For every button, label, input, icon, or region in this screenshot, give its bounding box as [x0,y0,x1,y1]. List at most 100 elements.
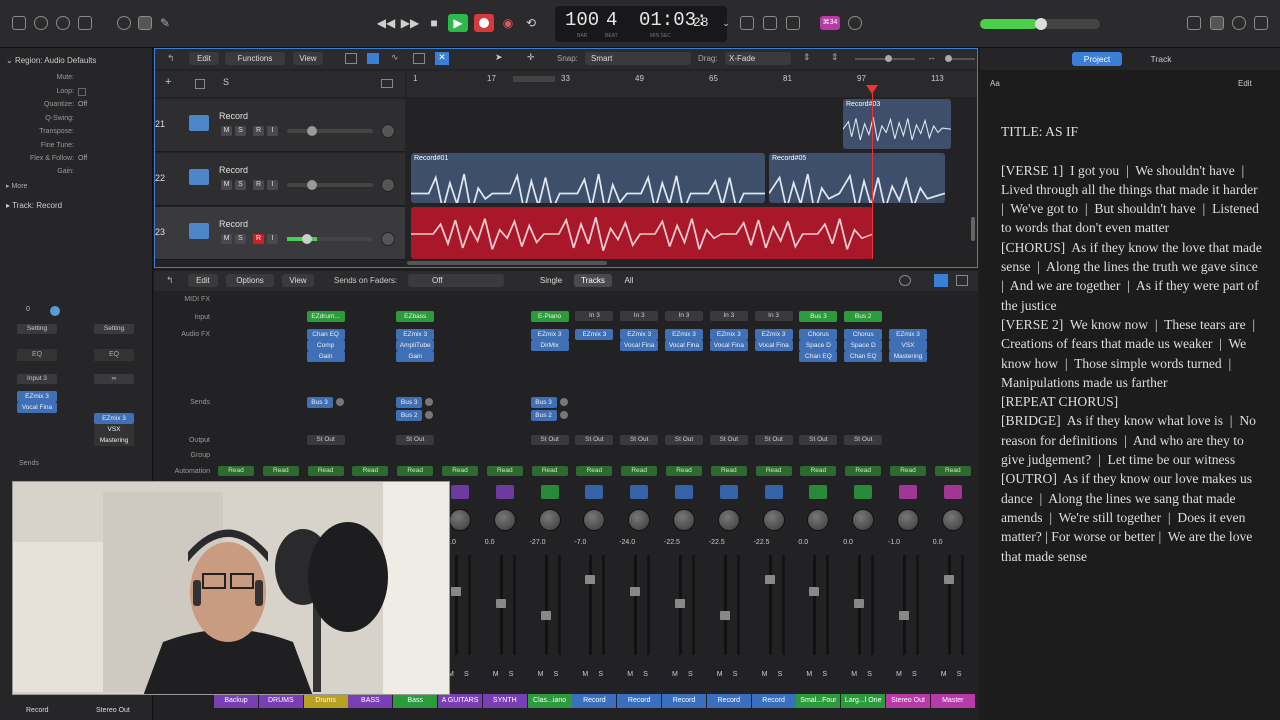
cycle-area[interactable] [513,76,555,82]
track-row[interactable]: 22 Record M S R I [155,153,405,206]
automation-mode[interactable]: Read [442,466,478,476]
recording-region[interactable] [411,207,873,259]
list-icon[interactable] [367,53,379,64]
list-editors-icon[interactable] [1187,16,1201,30]
send-slot[interactable]: Bus 2 [530,410,557,421]
channel-name[interactable]: Record [662,694,706,708]
insp-plugin-1[interactable]: EZmix 3 [17,391,57,402]
pointer-tool-icon[interactable]: ➤ [495,52,503,63]
output-slot[interactable]: St Out [665,435,703,445]
notepad-edit-button[interactable]: Edit [1238,79,1252,88]
send-knob[interactable] [425,398,434,406]
automation-mode[interactable]: Read [307,466,344,476]
automation-mode[interactable]: Read [800,466,837,476]
volume-fader[interactable] [585,575,596,584]
automation-mode[interactable]: Read [531,466,568,476]
audio-fx-slot[interactable]: Vocal Fina [709,340,748,351]
pan-knob[interactable] [381,124,395,138]
master-volume-slider[interactable] [980,18,1100,30]
input-slot[interactable]: EZdrum... [306,311,345,322]
record-arm-button[interactable]: R [253,180,264,190]
audio-fx-slot[interactable]: VSX [889,340,927,351]
mute-button[interactable]: M [896,671,902,678]
output-slot[interactable]: St Out [754,435,793,445]
automation-mode[interactable]: Read [666,466,702,476]
add-track-icon[interactable]: + [165,76,171,88]
send-knob[interactable] [425,411,434,419]
font-button[interactable]: Aa [990,79,1000,88]
solo-button[interactable]: S [957,671,962,678]
back-icon[interactable]: ↰ [167,53,175,64]
editors-icon[interactable]: ✎ [160,16,174,30]
tracks-view-menu[interactable]: View [293,52,323,65]
automation-mode[interactable]: Read [934,466,971,476]
channel-name[interactable]: Record [751,694,796,708]
volume-fader[interactable] [451,587,461,596]
audio-fx-slot[interactable]: EZmix 3 [396,329,435,340]
record-button[interactable] [474,14,494,32]
pan-knob[interactable] [762,509,785,531]
single-button[interactable]: Single [536,274,566,287]
solo-button[interactable]: S [235,234,246,244]
volume-fader[interactable] [899,611,909,620]
audio-fx-slot[interactable]: Chorus [799,329,838,340]
setting-button-1[interactable]: Setting [17,324,57,334]
stop-button[interactable]: ■ [424,14,444,32]
solo-button[interactable]: S [733,671,738,678]
tracks-functions-menu[interactable]: Functions [225,52,285,65]
audio-fx-slot[interactable]: Chan EQ [306,329,345,340]
audio-fx-slot[interactable]: Mastering [889,351,927,362]
flex-value[interactable]: Off [78,155,87,162]
input-monitor-button[interactable]: I [267,180,278,190]
solo-button[interactable]: S [643,671,648,678]
input-button[interactable]: Input 3 [17,374,57,384]
track-name[interactable]: Record [219,219,248,229]
tab-project[interactable]: Project [1072,52,1122,66]
vertical-zoom-icon[interactable]: ⇕ [831,52,839,63]
channel-name[interactable]: Record [706,694,751,708]
send-knob[interactable] [335,398,344,406]
track-name[interactable]: Record [219,165,248,175]
solo-button[interactable]: S [688,671,693,678]
input-slot[interactable]: In 3 [575,311,614,321]
record-arm-button[interactable]: R [253,234,264,244]
eq-thumb-1[interactable]: EQ [17,349,57,361]
audio-fx-slot[interactable]: AmpliTube [396,340,435,351]
output-slot[interactable]: St Out [844,435,883,445]
input-slot[interactable]: In 3 [754,311,793,321]
region-view-icon[interactable] [381,79,393,88]
lyrics-text[interactable]: TITLE: AS IF [VERSE 1] I got you | We sh… [1001,122,1263,566]
input-slot[interactable]: Bus 3 [799,311,838,322]
audio-fx-slot[interactable]: Comp [306,340,345,351]
channel-name[interactable]: BASS [348,694,393,708]
pan-knob[interactable] [381,232,395,246]
tracks-button[interactable]: Tracks [574,274,612,287]
pan-knob[interactable] [897,509,919,531]
capture-record-icon[interactable]: ◉ [498,14,518,32]
mute-button[interactable]: M [762,671,768,678]
mute-button[interactable]: M [538,671,544,678]
solo-button[interactable]: S [867,671,872,678]
mixer-loop-icon[interactable] [899,275,911,286]
chevron-down-icon[interactable]: ⌄ [716,14,736,32]
automation-mode[interactable]: Read [845,466,882,476]
insp-plugin-4[interactable]: VSX [94,424,134,435]
metronome-icon[interactable] [848,16,862,30]
more-disclosure[interactable]: ▸ More [6,182,27,190]
global-solo-button[interactable]: S [223,77,229,87]
output-slot[interactable]: St Out [575,435,614,445]
notepad-icon[interactable] [1210,16,1224,30]
audio-fx-slot[interactable]: EZmix 3 [754,329,793,340]
input-slot[interactable]: In 3 [620,311,659,321]
solo-button[interactable]: S [464,671,469,678]
mixer-icon[interactable] [138,16,152,30]
send-slot[interactable]: Bus 3 [530,397,557,408]
pan-knob[interactable] [449,509,471,531]
catch-icon[interactable]: ✕ [435,52,449,65]
output-slot[interactable]: St Out [620,435,659,445]
replace-icon[interactable] [740,16,754,30]
audio-fx-slot[interactable]: EZmix 3 [530,329,569,340]
audio-fx-slot[interactable]: EZmix 3 [889,329,927,340]
output-slot[interactable]: St Out [396,435,435,445]
mixer-view-menu[interactable]: View [282,274,314,287]
